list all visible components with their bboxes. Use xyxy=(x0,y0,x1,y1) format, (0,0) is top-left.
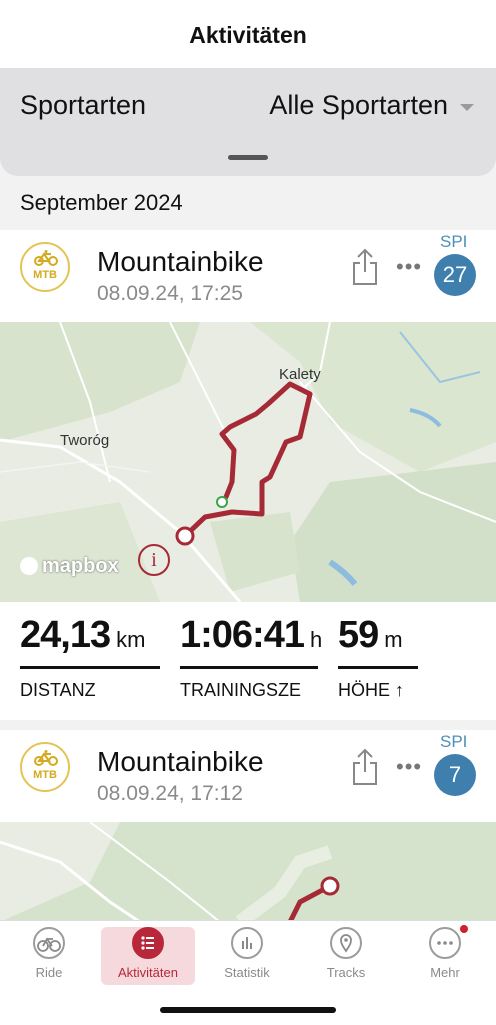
month-header: September 2024 xyxy=(20,190,183,215)
map-label-tworog: Tworóg xyxy=(60,432,110,449)
mtb-badge-label: MTB xyxy=(33,269,57,281)
info-icon[interactable]: i xyxy=(138,544,170,576)
sport-filter[interactable]: Sportarten Alle Sportarten xyxy=(0,68,496,176)
tab-label: Ride xyxy=(35,965,63,980)
stat-caption: HÖHE ↑ xyxy=(338,680,405,700)
map-label-kalety: Kalety xyxy=(279,366,321,383)
stat-underline xyxy=(180,666,318,669)
stat-elevation: 59 m HÖHE ↑ xyxy=(338,614,418,700)
mtb-badge-label: MTB xyxy=(33,769,57,781)
tab-tracks[interactable]: Tracks xyxy=(299,927,393,985)
route-map[interactable]: Kalety Tworóg mapbox i xyxy=(0,322,496,602)
tab-mehr[interactable]: Mehr xyxy=(398,925,492,985)
activity-stats: 24,13 km DISTANZ 1:06:41 h TRAININGSZE 59 m… xyxy=(0,614,496,714)
more-options-icon[interactable]: ••• xyxy=(396,254,422,280)
sport-filter-value[interactable]: Alle Sportarten xyxy=(269,90,448,121)
sport-filter-label: Sportarten xyxy=(20,90,147,120)
bike-icon xyxy=(34,250,58,266)
top-bar: Aktivitäten xyxy=(0,0,496,69)
tab-ride[interactable]: Ride xyxy=(2,927,96,985)
bike-icon xyxy=(34,750,58,766)
stat-unit: km xyxy=(116,627,146,652)
spi-score: 7 xyxy=(434,754,476,796)
activity-card[interactable]: MTB Mountainbike 08.09.24, 17:25 ••• SPI… xyxy=(0,230,496,720)
map-pin-icon xyxy=(330,927,362,959)
mtb-badge-icon: MTB xyxy=(20,742,70,792)
activity-sport: Mountainbike xyxy=(97,746,264,777)
more-options-icon[interactable]: ••• xyxy=(396,754,422,780)
stat-underline xyxy=(20,666,160,669)
share-icon[interactable] xyxy=(352,248,378,286)
stat-underline xyxy=(338,666,418,669)
tab-label: Tracks xyxy=(326,965,366,980)
mapbox-attribution: mapbox xyxy=(20,555,119,578)
spi-label: SPI xyxy=(440,232,468,251)
activity-card[interactable]: MTB Mountainbike 08.09.24, 17:12 ••• SPI… xyxy=(0,730,496,920)
drag-handle[interactable] xyxy=(228,155,268,160)
stat-value: 24,13 xyxy=(20,614,111,656)
stat-distance: 24,13 km DISTANZ xyxy=(20,614,160,700)
mapbox-text: mapbox xyxy=(42,555,119,577)
route-map[interactable] xyxy=(0,822,496,920)
stat-caption: TRAININGSZE xyxy=(180,680,302,700)
spi-score: 27 xyxy=(434,254,476,296)
spi-label: SPI xyxy=(440,732,468,751)
stat-value: 59 xyxy=(338,614,379,656)
notification-dot xyxy=(460,925,468,933)
home-indicator xyxy=(160,1007,336,1013)
chevron-down-icon[interactable] xyxy=(460,104,474,111)
more-icon xyxy=(429,927,461,959)
tab-label: Mehr xyxy=(430,965,460,980)
mapbox-logo-icon xyxy=(20,557,38,575)
tab-label: Aktivitäten xyxy=(118,965,178,980)
bike-icon xyxy=(33,927,65,959)
stat-duration: 1:06:41 h TRAININGSZE xyxy=(180,614,323,700)
stat-caption: DISTANZ xyxy=(20,680,96,700)
tab-label: Statistik xyxy=(224,965,270,980)
tab-statistik[interactable]: Statistik xyxy=(200,927,294,985)
share-icon[interactable] xyxy=(352,748,378,786)
tab-aktivitaeten[interactable]: Aktivitäten xyxy=(101,927,195,985)
activity-datetime: 08.09.24, 17:12 xyxy=(97,782,243,805)
stat-unit: m xyxy=(384,627,403,652)
activity-datetime: 08.09.24, 17:25 xyxy=(97,282,243,305)
map-canvas xyxy=(0,822,496,920)
bar-chart-icon xyxy=(231,927,263,959)
page-title: Aktivitäten xyxy=(189,22,307,48)
stat-unit: h xyxy=(309,627,323,652)
activity-sport: Mountainbike xyxy=(97,246,264,277)
stat-value: 1:06:41 xyxy=(180,614,305,656)
list-icon xyxy=(132,927,164,959)
mtb-badge-icon: MTB xyxy=(20,242,70,292)
